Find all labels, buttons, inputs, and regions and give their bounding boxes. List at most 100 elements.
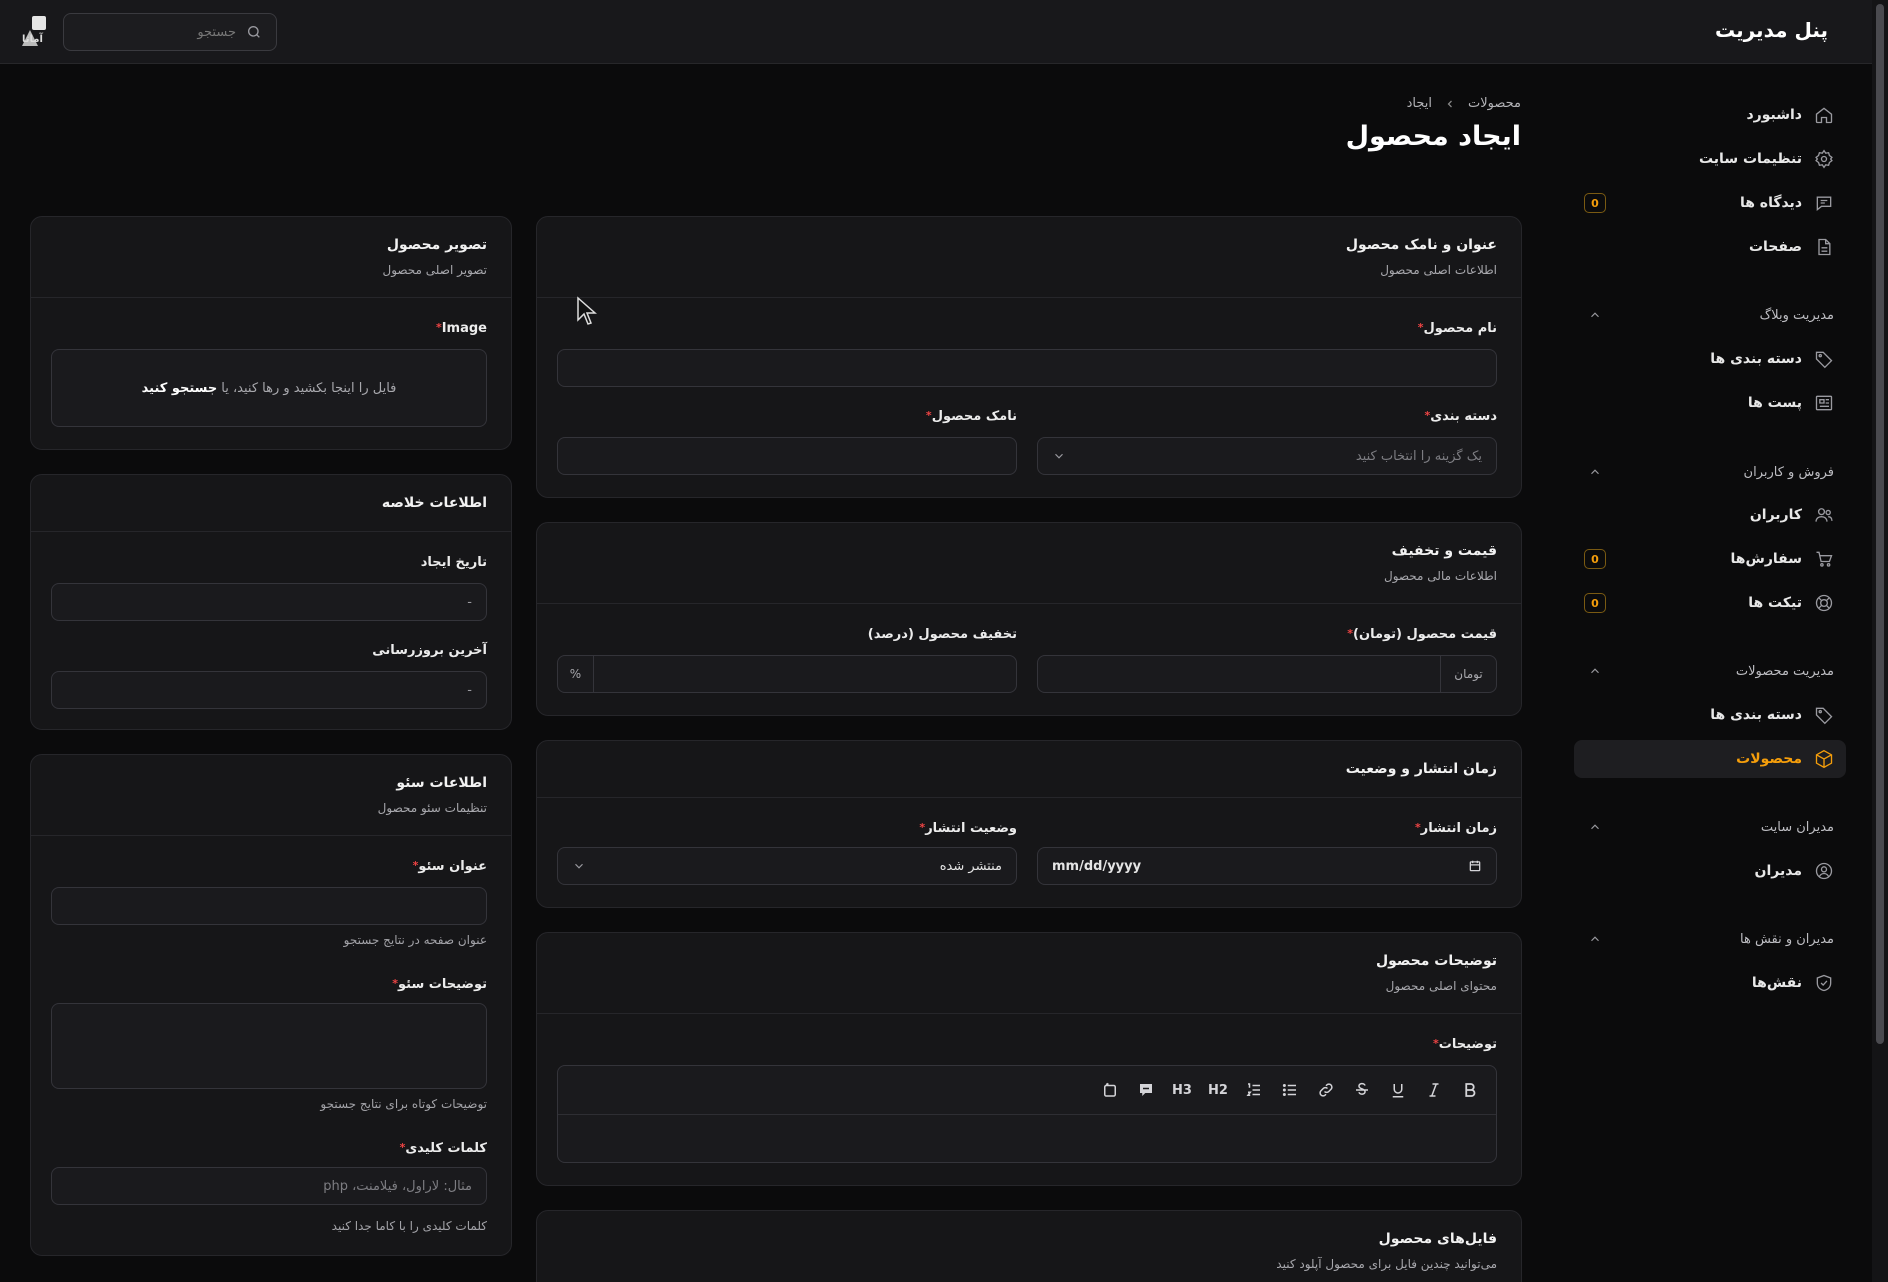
sidebar-item-product-categories[interactable]: دسته بندی ها bbox=[1574, 696, 1846, 734]
search-icon bbox=[246, 24, 262, 40]
gear-icon bbox=[1814, 149, 1834, 169]
global-search[interactable] bbox=[63, 13, 277, 51]
sidebar-item-posts[interactable]: پست ها bbox=[1574, 384, 1846, 422]
blockquote-icon[interactable] bbox=[1134, 1078, 1158, 1102]
group-site-admins[interactable]: مدیران سایت bbox=[1574, 812, 1834, 842]
description-label: توضیحات* bbox=[1433, 1037, 1497, 1052]
orders-badge: 0 bbox=[1584, 549, 1606, 569]
created-date-field: - bbox=[51, 583, 487, 621]
tickets-badge: 0 bbox=[1584, 593, 1606, 613]
publish-date-value: mm/dd/yyyy bbox=[1052, 858, 1142, 874]
home-icon bbox=[1814, 105, 1834, 125]
group-admins-roles[interactable]: مدیران و نقش ها bbox=[1574, 924, 1834, 954]
brand-title: پنل مدیریت bbox=[1714, 18, 1828, 42]
sidebar-item-site-settings[interactable]: تنظیمات سایت bbox=[1574, 140, 1846, 178]
price-label: قیمت محصول (تومان)* bbox=[1347, 627, 1497, 642]
underline-icon[interactable] bbox=[1386, 1078, 1410, 1102]
scrollbar-thumb[interactable] bbox=[1876, 4, 1884, 1044]
sidebar-item-tickets[interactable]: تیکت ها 0 bbox=[1574, 584, 1846, 622]
price-prefix: تومان bbox=[1440, 656, 1496, 692]
sidebar-item-dashboard[interactable]: داشبورد bbox=[1574, 96, 1846, 134]
sidebar-item-label: کاربران bbox=[1749, 507, 1802, 523]
category-placeholder: یک گزینه را انتخاب کنید bbox=[1355, 448, 1482, 464]
card-divider bbox=[537, 603, 1521, 604]
sidebar-item-label: دسته بندی ها bbox=[1710, 351, 1802, 367]
discount-suffix: % bbox=[558, 656, 594, 692]
sidebar-item-comments[interactable]: دیدگاه ها 0 bbox=[1574, 184, 1846, 222]
keywords-hint: کلمات کلیدی را با کاما جدا کنید bbox=[331, 1219, 487, 1233]
discount-input[interactable]: % bbox=[557, 655, 1017, 693]
product-name-input[interactable] bbox=[557, 349, 1497, 387]
sidebar-item-roles[interactable]: نقش‌ها bbox=[1574, 964, 1846, 1002]
ordered-list-icon[interactable] bbox=[1242, 1078, 1266, 1102]
sidebar-item-label: تیکت ها bbox=[1748, 595, 1802, 611]
link-icon[interactable] bbox=[1314, 1078, 1338, 1102]
publish-date-input[interactable]: mm/dd/yyyy bbox=[1037, 847, 1497, 885]
heading-2-button[interactable]: H2 bbox=[1206, 1078, 1230, 1102]
card-subtitle: اطلاعات اصلی محصول bbox=[1380, 263, 1497, 277]
sidebar-item-blog-categories[interactable]: دسته بندی ها bbox=[1574, 340, 1846, 378]
sidebar-item-label: تنظیمات سایت bbox=[1698, 151, 1802, 167]
status-label: وضعیت انتشار* bbox=[919, 821, 1017, 836]
chevron-up-icon bbox=[1588, 932, 1602, 946]
sidebar-item-users[interactable]: کاربران bbox=[1574, 496, 1846, 534]
discount-label: تخفیف محصول (درصد) bbox=[867, 627, 1017, 642]
tag-icon bbox=[1814, 705, 1834, 725]
card-title: فایل‌های محصول bbox=[1378, 1231, 1497, 1247]
sidebar-item-label: نقش‌ها bbox=[1751, 975, 1802, 991]
keywords-input[interactable]: مثال: لاراول، فیلامنت، php bbox=[51, 1167, 487, 1205]
sidebar-item-products[interactable]: محصولات bbox=[1574, 740, 1846, 778]
bullet-list-icon[interactable] bbox=[1278, 1078, 1302, 1102]
heading-3-button[interactable]: H3 bbox=[1170, 1078, 1194, 1102]
group-blog[interactable]: مدیریت وبلاگ bbox=[1574, 300, 1834, 330]
keywords-label: کلمات کلیدی* bbox=[399, 1141, 487, 1156]
group-label: فروش و کاربران bbox=[1743, 464, 1834, 480]
image-dropzone[interactable]: فایل را اینجا بکشید و رها کنید، یا جستجو… bbox=[51, 349, 487, 427]
sidebar-item-pages[interactable]: صفحات bbox=[1574, 228, 1846, 266]
seo-description-textarea[interactable] bbox=[51, 1003, 487, 1089]
search-input[interactable] bbox=[86, 24, 236, 40]
sidebar-item-label: مدیران bbox=[1754, 863, 1802, 879]
price-input[interactable]: تومان bbox=[1037, 655, 1497, 693]
category-select[interactable]: یک گزینه را انتخاب کنید bbox=[1037, 437, 1497, 475]
sidebar-item-label: محصولات bbox=[1736, 751, 1802, 767]
status-select[interactable]: منتشر شده bbox=[557, 847, 1017, 885]
group-products[interactable]: مدیریت محصولات bbox=[1574, 656, 1834, 686]
breadcrumb-current: ایجاد bbox=[1406, 96, 1432, 111]
undo-icon[interactable] bbox=[1098, 1078, 1122, 1102]
card-subtitle: تنظیمات سئو محصول bbox=[377, 801, 487, 815]
rich-editor: H2 H3 bbox=[557, 1065, 1497, 1163]
bold-icon[interactable] bbox=[1458, 1078, 1482, 1102]
group-label: مدیران سایت bbox=[1760, 819, 1834, 835]
card-divider bbox=[537, 297, 1521, 298]
sidebar: داشبورد تنظیمات سایت دیدگاه ها 0 صفحات م… bbox=[1574, 64, 1872, 1282]
breadcrumb-parent[interactable]: محصولات bbox=[1468, 96, 1521, 111]
calendar-icon[interactable] bbox=[1468, 859, 1482, 873]
strikethrough-icon[interactable] bbox=[1350, 1078, 1374, 1102]
chevron-down-icon bbox=[1052, 449, 1066, 463]
slug-input[interactable] bbox=[557, 437, 1017, 475]
card-title: تصویر محصول bbox=[386, 237, 487, 253]
dropzone-browse-link[interactable]: جستجو کنید bbox=[142, 381, 218, 396]
product-image-card: تصویر محصول تصویر اصلی محصول Image* فایل… bbox=[30, 216, 512, 450]
seo-description-hint: توضیحات کوتاه برای نتایج جستجو bbox=[320, 1097, 487, 1111]
chevron-up-icon bbox=[1588, 664, 1602, 678]
seo-card: اطلاعات سئو تنظیمات سئو محصول عنوان سئو*… bbox=[30, 754, 512, 1256]
sidebar-item-label: پست ها bbox=[1747, 395, 1802, 411]
status-value: منتشر شده bbox=[939, 858, 1002, 874]
created-date-value: - bbox=[467, 594, 472, 610]
sidebar-item-admins[interactable]: مدیران bbox=[1574, 852, 1846, 890]
newspaper-icon bbox=[1814, 393, 1834, 413]
sidebar-item-orders[interactable]: سفارش‌ها 0 bbox=[1574, 540, 1846, 578]
group-sales[interactable]: فروش و کاربران bbox=[1574, 457, 1834, 487]
chevron-up-icon bbox=[1588, 820, 1602, 834]
chevron-down-icon bbox=[572, 859, 586, 873]
description-card: توضیحات محصول محتوای اصلی محصول توضیحات*… bbox=[536, 932, 1522, 1186]
italic-icon[interactable] bbox=[1422, 1078, 1446, 1102]
updated-date-label: آخرین بروزرسانی bbox=[372, 643, 487, 658]
seo-title-input[interactable] bbox=[51, 887, 487, 925]
shield-check-icon bbox=[1814, 973, 1834, 993]
dropzone-text: فایل را اینجا بکشید و رها کنید، یا bbox=[221, 380, 397, 396]
card-divider bbox=[31, 531, 511, 532]
page-title: ایجاد محصول bbox=[1345, 121, 1521, 152]
